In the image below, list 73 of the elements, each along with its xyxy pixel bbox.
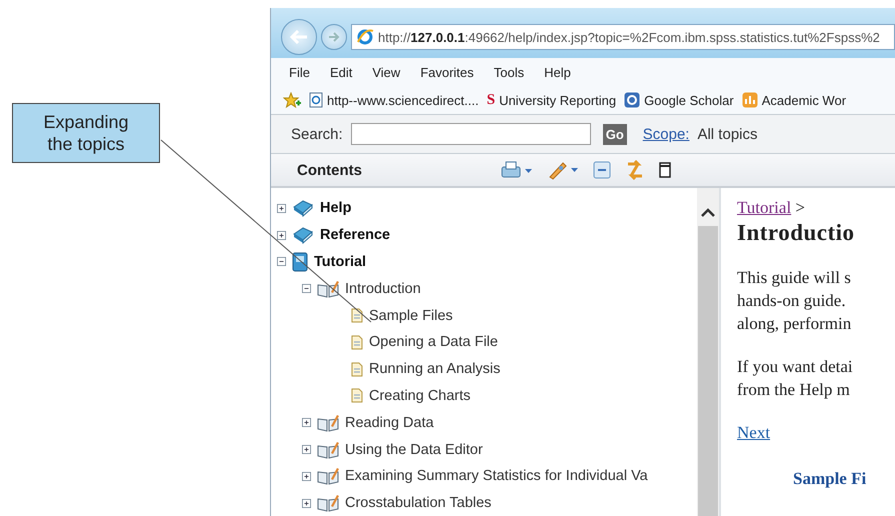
search-label: Search: <box>291 126 343 142</box>
tree-item[interactable]: Sample Files <box>369 308 453 324</box>
article-heading: Introductio <box>737 220 856 246</box>
print-dropdown-icon[interactable] <box>501 161 533 179</box>
forward-arrow-icon <box>328 32 340 42</box>
tree-item[interactable]: Reading Data <box>345 414 434 431</box>
expand-icon[interactable] <box>302 472 311 481</box>
expand-icon[interactable] <box>302 418 311 428</box>
chart-icon <box>742 92 758 108</box>
menu-item[interactable]: Favorites <box>420 64 474 80</box>
expand-icon[interactable] <box>277 204 286 213</box>
next-link[interactable]: Next <box>737 423 770 443</box>
book-icon <box>292 226 314 244</box>
scrollbar[interactable] <box>697 188 719 516</box>
expand-icon[interactable] <box>277 230 286 240</box>
tree-item[interactable]: Help <box>320 200 352 216</box>
menu-item[interactable]: Edit <box>330 64 352 80</box>
page-icon <box>351 388 363 404</box>
collapse-icon[interactable] <box>277 257 286 266</box>
menu-item[interactable]: Help <box>544 64 571 80</box>
document-icon <box>292 252 308 272</box>
tree-item[interactable]: Running an Analysis <box>369 361 500 378</box>
favorite-link[interactable]: http--www.sciencedirect.... <box>327 92 479 108</box>
tree-item[interactable]: Using the Data Editor <box>345 442 483 458</box>
breadcrumb-link[interactable]: Tutorial <box>737 198 792 217</box>
back-arrow-icon <box>290 30 308 44</box>
contents-title: Contents <box>297 162 363 178</box>
browser-icon <box>356 28 374 46</box>
scope-link[interactable]: Scope: <box>642 126 690 142</box>
open-book-icon <box>317 280 339 298</box>
tree-item[interactable]: Reference <box>320 227 390 244</box>
address-field[interactable]: http://127.0.0.1:49662/help/index.jsp?topic=%2Fcom.ibm.spss.statistics.tut%2Fspss%2 <box>351 24 895 50</box>
go-button[interactable]: Go <box>602 124 627 144</box>
open-book-icon <box>317 494 339 512</box>
scroll-thumb[interactable] <box>698 226 718 516</box>
tree-item[interactable]: Crosstabulation Tables <box>345 495 492 512</box>
page-icon <box>351 362 363 377</box>
search-field[interactable] <box>350 123 591 145</box>
page-icon <box>309 92 323 108</box>
maximize-icon[interactable] <box>659 162 671 178</box>
open-book-icon <box>317 467 339 486</box>
favorite-link[interactable]: University Reporting <box>499 92 616 108</box>
breadcrumb-separator: > <box>795 198 806 217</box>
paragraph: This guide will s hands-on guide. along, performin <box>737 267 852 335</box>
favorites-star-icon <box>283 92 301 108</box>
tree-item[interactable]: Tutorial <box>314 254 366 270</box>
menu-item[interactable]: File <box>289 64 310 80</box>
open-book-icon <box>317 414 339 432</box>
tree-item[interactable]: Introduction <box>345 280 421 297</box>
favorite-link[interactable]: Academic Wor <box>762 92 846 108</box>
expand-icon[interactable] <box>302 498 311 508</box>
scroll-up-icon[interactable] <box>700 208 716 218</box>
collapse-icon[interactable] <box>302 284 311 294</box>
tree-item[interactable]: Creating Charts <box>369 388 471 404</box>
favorite-link[interactable]: Google Scholar <box>644 92 734 108</box>
url-text: http://127.0.0.1:49662/help/index.jsp?topic=%2Fcom.ibm.spss.statistics.tut%2Fspss%2 <box>378 30 880 44</box>
scholar-icon <box>624 92 640 108</box>
page-icon <box>351 308 363 324</box>
open-book-icon <box>317 440 339 459</box>
tree-item[interactable]: Opening a Data File <box>369 334 498 350</box>
expand-icon[interactable] <box>302 445 311 454</box>
collapse-all-icon[interactable] <box>593 161 611 179</box>
page-icon <box>351 334 363 350</box>
book-icon <box>292 199 314 218</box>
menu-item[interactable]: View <box>372 64 400 80</box>
tree-item[interactable]: Examining Summary Statistics for Individual Va <box>345 468 648 484</box>
callout-label: Expanding the topics <box>12 103 160 163</box>
menu-item[interactable]: Tools <box>494 64 524 80</box>
section-heading: Sample Fi <box>793 469 868 489</box>
paragraph: If you want detai from the Help m <box>737 356 854 401</box>
back-button[interactable] <box>281 19 317 55</box>
letter-icon: S <box>486 92 496 108</box>
scope-value: All topics <box>697 126 758 142</box>
